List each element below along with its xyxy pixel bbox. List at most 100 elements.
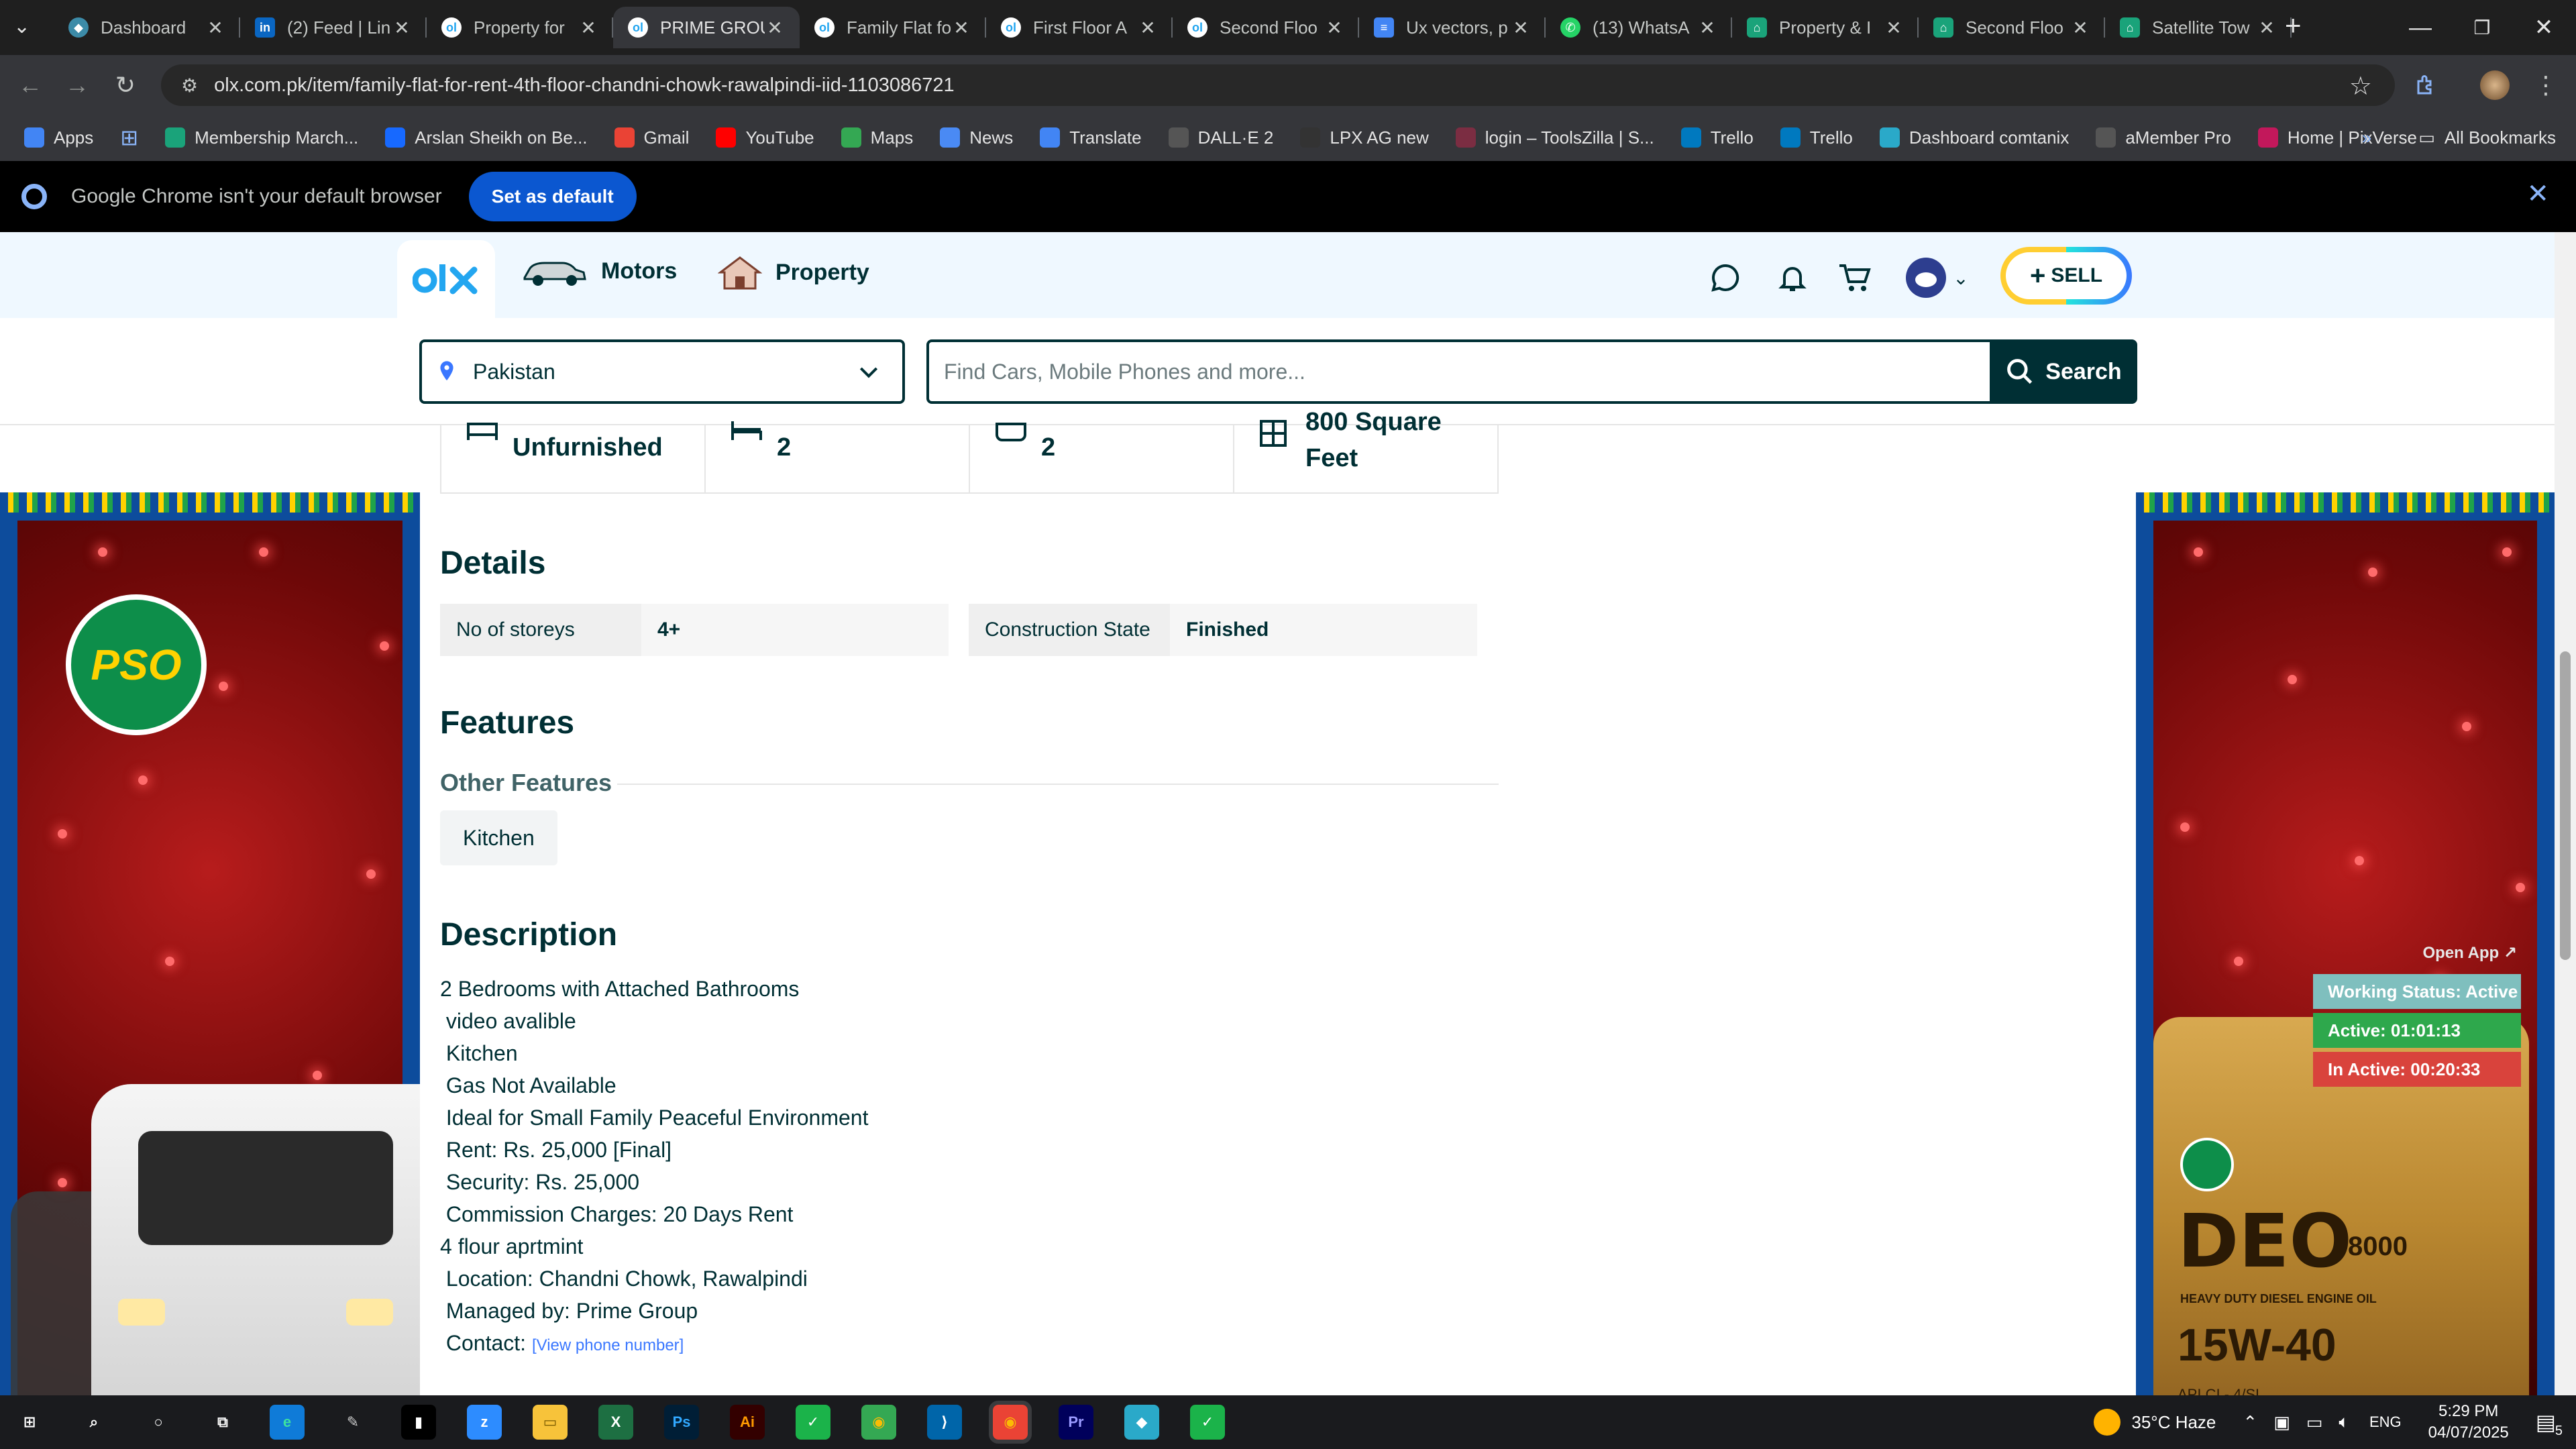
nav-property[interactable]: Property	[718, 255, 869, 290]
close-tab-icon[interactable]: ✕	[951, 17, 971, 39]
tray-apps-icon[interactable]: ▣	[2273, 1412, 2290, 1433]
bookmark-2[interactable]: Arslan Sheikh on Be...	[385, 127, 588, 148]
close-tab-icon[interactable]: ✕	[578, 17, 598, 39]
chrome-menu-icon[interactable]: ⋮	[2529, 68, 2563, 102]
bookmark-1[interactable]: Membership March...	[165, 127, 358, 148]
clock[interactable]: 5:29 PM 04/07/2025	[2428, 1401, 2509, 1444]
zoom-icon[interactable]: z	[467, 1405, 502, 1440]
more-bookmarks-icon[interactable]: »	[2362, 127, 2371, 148]
close-tab-icon[interactable]: ✕	[1324, 17, 1344, 39]
page-scrollbar[interactable]	[2555, 232, 2576, 1395]
set-default-button[interactable]: Set as default	[468, 172, 637, 221]
bookmark-8[interactable]: DALL·E 2	[1168, 127, 1273, 148]
notification-center-icon[interactable]: ▤ 5	[2536, 1409, 2563, 1438]
excel-icon[interactable]: X	[598, 1405, 633, 1440]
bookmark-4[interactable]: YouTube	[716, 127, 814, 148]
tab-2[interactable]: ol Property for ✕	[427, 7, 613, 48]
forward-button[interactable]: →	[59, 67, 95, 103]
profile-avatar[interactable]	[2478, 68, 2512, 102]
bookmark-12[interactable]: Trello	[1780, 127, 1853, 148]
language-indicator[interactable]: ENG	[2369, 1413, 2402, 1431]
close-window-button[interactable]: ✕	[2509, 0, 2576, 55]
bookmark-star-icon[interactable]: ☆	[2349, 71, 2372, 101]
tab-6[interactable]: ol Second Floo ✕	[1173, 7, 1359, 48]
search-input[interactable]: Find Cars, Mobile Phones and more...	[926, 339, 1990, 404]
site-info-icon[interactable]: ⚙	[181, 74, 198, 97]
notifications-bell-icon[interactable]	[1774, 259, 1811, 297]
green-app-2-icon[interactable]: ✓	[1190, 1405, 1225, 1440]
bookmark-6[interactable]: News	[940, 127, 1013, 148]
bookmark-0[interactable]: Apps	[24, 127, 93, 148]
chevron-up-icon[interactable]: ⌃	[2243, 1412, 2257, 1433]
weather-text[interactable]: 35°C Haze	[2131, 1412, 2216, 1433]
all-bookmarks[interactable]: » ▭ All Bookmarks	[2362, 114, 2556, 161]
tab-8[interactable]: ✆ (13) WhatsA ✕	[1546, 7, 1732, 48]
back-button[interactable]: ←	[12, 67, 48, 103]
volume-icon[interactable]: 🔈︎	[2339, 1411, 2349, 1433]
close-tab-icon[interactable]: ✕	[1511, 17, 1531, 39]
close-tab-icon[interactable]: ✕	[2257, 17, 2277, 39]
illustrator-icon[interactable]: Ai	[730, 1405, 765, 1440]
cart-icon[interactable]	[1837, 259, 1874, 297]
file-explorer-icon[interactable]: ▭	[533, 1405, 568, 1440]
new-tab-button[interactable]: +	[2285, 9, 2302, 42]
olx-logo[interactable]	[397, 240, 495, 318]
close-banner-icon[interactable]: ✕	[2526, 178, 2549, 209]
start-icon[interactable]: ⊞	[12, 1405, 47, 1440]
bookmark-3[interactable]: Gmail	[614, 127, 689, 148]
tab-1[interactable]: in (2) Feed | Lin ✕	[240, 7, 427, 48]
tab-7[interactable]: ≡ Ux vectors, p ✕	[1359, 7, 1546, 48]
address-bar[interactable]: ⚙ olx.com.pk/item/family-flat-for-rent-4…	[161, 64, 2395, 106]
close-tab-icon[interactable]: ✕	[2070, 17, 2090, 39]
cortana-icon[interactable]: ○	[141, 1405, 176, 1440]
chat-icon[interactable]	[1707, 259, 1744, 297]
search-button[interactable]: Search	[1990, 339, 2137, 404]
bookmark-5[interactable]: Maps	[841, 127, 913, 148]
chrome-icon[interactable]: ◉	[861, 1405, 896, 1440]
close-tab-icon[interactable]: ✕	[1697, 17, 1717, 39]
green-app-icon[interactable]: ✓	[796, 1405, 830, 1440]
network-icon[interactable]: ▭	[2306, 1412, 2323, 1433]
close-tab-icon[interactable]: ✕	[392, 17, 412, 39]
tab-10[interactable]: ⌂ Second Floo ✕	[1919, 7, 2105, 48]
restore-button[interactable]: ❐	[2447, 0, 2517, 55]
scrollbar-thumb[interactable]	[2560, 651, 2571, 960]
bookmark-10[interactable]: login – ToolsZilla | S...	[1455, 127, 1654, 148]
photoshop-icon[interactable]: Ps	[664, 1405, 699, 1440]
minimize-button[interactable]: —	[2385, 0, 2455, 55]
edge-icon[interactable]: e	[270, 1405, 305, 1440]
user-menu[interactable]: ⌄	[1902, 258, 1972, 298]
tab-3[interactable]: ol PRIME GROU ✕	[613, 7, 800, 48]
close-tab-icon[interactable]: ✕	[1884, 17, 1904, 39]
nav-motors[interactable]: Motors	[521, 255, 677, 287]
bookmark-9[interactable]: LPX AG new	[1300, 127, 1429, 148]
close-tab-icon[interactable]: ✕	[205, 17, 225, 39]
view-phone-link[interactable]: [View phone number]	[532, 1336, 684, 1354]
app-icon[interactable]: ◆	[1124, 1405, 1159, 1440]
pen-icon[interactable]: ✎	[335, 1405, 370, 1440]
premiere-icon[interactable]: Pr	[1059, 1405, 1093, 1440]
tab-groups-icon[interactable]: ⊞	[120, 125, 138, 150]
sell-button[interactable]: + SELL	[2000, 247, 2132, 305]
close-tab-icon[interactable]: ✕	[765, 17, 785, 39]
tab-search-icon[interactable]: ⌄	[13, 15, 30, 38]
chrome-profile-icon[interactable]: ◉	[989, 1401, 1032, 1444]
bookmark-13[interactable]: Dashboard comtanix	[1879, 127, 2069, 148]
search-icon[interactable]: ⌕	[76, 1405, 111, 1440]
bookmark-14[interactable]: aMember Pro	[2096, 127, 2231, 148]
task-view-icon[interactable]: ⧉	[205, 1405, 240, 1440]
terminal-icon[interactable]: ▮	[401, 1405, 436, 1440]
tab-11[interactable]: ⌂ Satellite Tow ✕	[2105, 7, 2292, 48]
tab-4[interactable]: ol Family Flat fo ✕	[800, 7, 986, 48]
tab-9[interactable]: ⌂ Property & I ✕	[1732, 7, 1919, 48]
weather-icon[interactable]	[2094, 1409, 2121, 1436]
bookmark-7[interactable]: Translate	[1040, 127, 1142, 148]
vscode-icon[interactable]: ⟩	[927, 1405, 962, 1440]
location-select[interactable]: Pakistan	[419, 339, 905, 404]
left-ad-banner[interactable]: PSO	[0, 492, 420, 1395]
open-app-link[interactable]: Open App ↗	[2313, 943, 2521, 970]
extensions-icon[interactable]	[2410, 68, 2443, 102]
bookmark-11[interactable]: Trello	[1680, 127, 1754, 148]
close-tab-icon[interactable]: ✕	[1138, 17, 1158, 39]
tab-0[interactable]: ◆ Dashboard ✕	[54, 7, 240, 48]
